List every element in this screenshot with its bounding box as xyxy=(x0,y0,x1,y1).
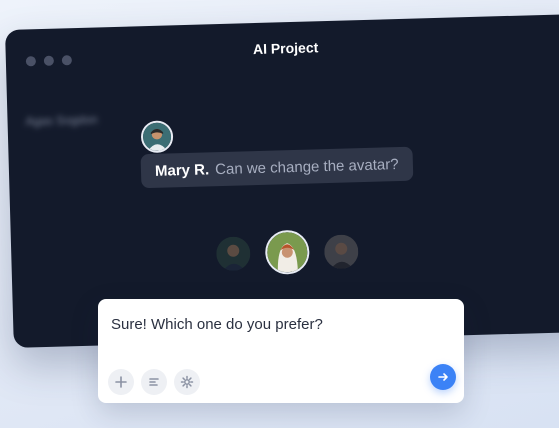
text-lines-icon xyxy=(149,378,159,386)
settings-button[interactable] xyxy=(174,369,200,395)
avatar-option-3[interactable] xyxy=(323,234,359,270)
app-window: AI Project Agas Sogdon Mary R. Can we ch… xyxy=(5,13,559,348)
chat-message: Can we change the avatar? xyxy=(214,155,399,178)
avatar-option-2-selected[interactable] xyxy=(264,229,310,275)
chat-bubble: Mary R. Can we change the avatar? xyxy=(140,146,414,189)
window-title: AI Project xyxy=(252,39,319,58)
composer-input[interactable]: Sure! Which one do you prefer? xyxy=(111,316,323,333)
add-button[interactable] xyxy=(108,369,134,395)
format-button[interactable] xyxy=(141,369,167,395)
avatar-option-1[interactable] xyxy=(215,236,251,272)
plus-icon xyxy=(115,376,127,388)
arrow-right-icon xyxy=(438,373,448,381)
message-composer[interactable]: Sure! Which one do you prefer? xyxy=(98,299,464,403)
sender-name: Mary R. xyxy=(154,160,210,180)
sender-avatar[interactable] xyxy=(140,120,174,154)
send-button[interactable] xyxy=(430,364,456,390)
gear-icon xyxy=(180,375,194,389)
blurred-label: Agas Sogdon xyxy=(25,112,98,129)
